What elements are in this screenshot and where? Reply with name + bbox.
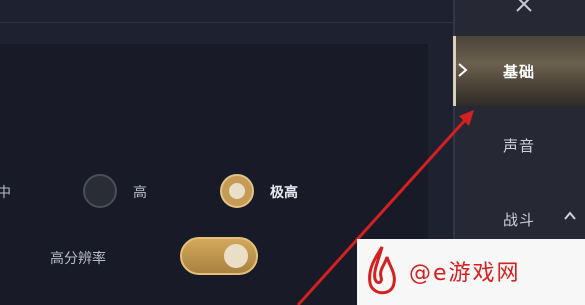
close-icon[interactable] [512, 0, 536, 16]
quality-option-ultra-label[interactable]: 极高 [270, 182, 298, 202]
header-divider [0, 22, 453, 23]
toggle-knob [224, 244, 248, 268]
watermark-text: @e游戏网 [409, 261, 521, 286]
tab-sound[interactable]: 声音 [453, 126, 585, 164]
watermark: @e游戏网 [357, 239, 585, 305]
high-resolution-label: 高分辨率 [50, 251, 106, 267]
chevron-up-icon[interactable] [564, 211, 576, 221]
tab-basic-label: 基础 [503, 63, 536, 81]
quality-option-high-radio[interactable] [83, 174, 117, 208]
tab-basic[interactable]: 基础 [453, 36, 585, 106]
tab-sound-label: 声音 [503, 137, 536, 155]
quality-option-ultra-radio[interactable] [220, 174, 254, 208]
tab-battle[interactable]: 战斗 [453, 200, 585, 238]
quality-option-medium-label[interactable]: 中 [0, 182, 11, 202]
flame-logo-icon [368, 246, 396, 295]
active-tab-indicator-icon [458, 63, 468, 77]
tab-battle-label: 战斗 [503, 211, 536, 229]
high-resolution-toggle[interactable] [180, 237, 258, 275]
quality-option-high-label[interactable]: 高 [133, 182, 147, 202]
radio-selected-dot [229, 183, 245, 199]
